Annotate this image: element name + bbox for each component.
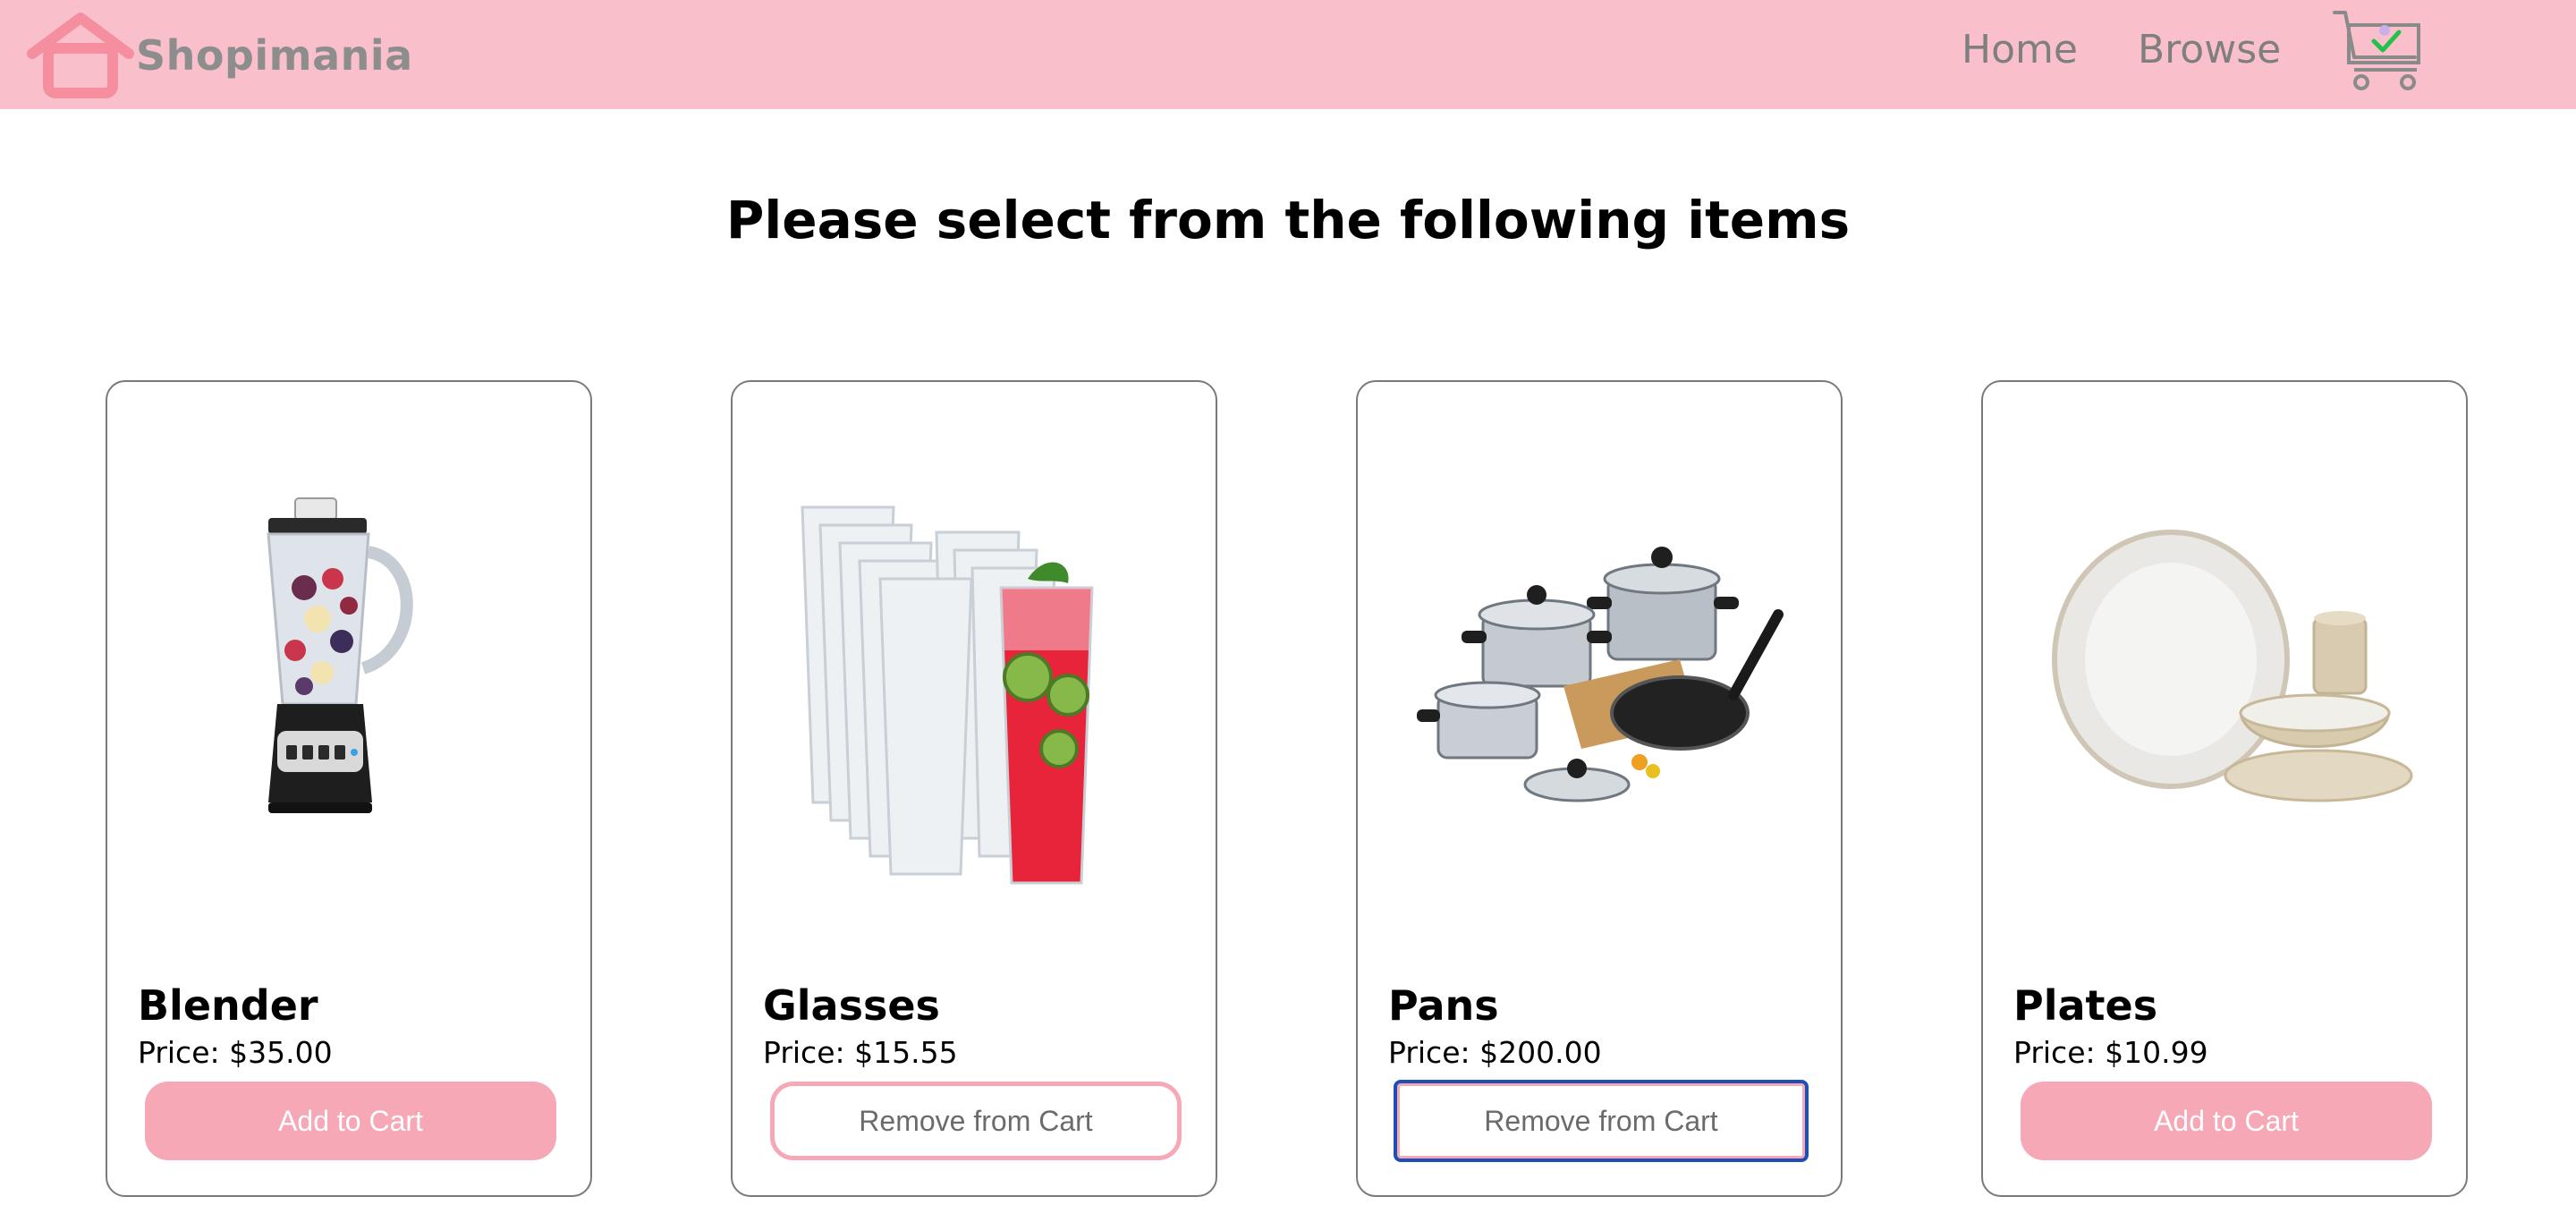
- nav-link-home[interactable]: Home: [1962, 27, 2078, 72]
- shopping-cart-icon[interactable]: [2331, 7, 2424, 93]
- product-name: Plates: [2013, 981, 2158, 1030]
- product-card-pans: Pans Price: $200.00 Remove from Cart: [1356, 380, 1843, 1197]
- remove-from-cart-button[interactable]: Remove from Cart: [770, 1082, 1182, 1160]
- product-price: Price: $10.99: [2013, 1035, 2208, 1070]
- product-name: Blender: [138, 981, 318, 1030]
- brand-name: Shopimania: [136, 31, 413, 80]
- product-card-glasses: Glasses Price: $15.55 Remove from Cart: [731, 380, 1217, 1197]
- top-navbar: Shopimania Home Browse: [0, 0, 2576, 109]
- product-card-plates: Plates Price: $10.99 Add to Cart: [1981, 380, 2468, 1197]
- add-to-cart-button[interactable]: Add to Cart: [2021, 1082, 2432, 1160]
- house-logo-icon: [27, 13, 134, 98]
- pans-image: [1417, 547, 1784, 802]
- nav-link-browse[interactable]: Browse: [2138, 27, 2281, 72]
- product-price: Price: $200.00: [1388, 1035, 1602, 1070]
- product-name: Pans: [1388, 981, 1499, 1030]
- product-price: Price: $15.55: [763, 1035, 958, 1070]
- glasses-image: [801, 505, 1094, 885]
- product-name: Glasses: [763, 981, 940, 1030]
- brand[interactable]: Shopimania: [25, 13, 413, 98]
- product-card-blender: Blender Price: $35.00 Add to Cart: [106, 380, 592, 1197]
- blender-image: [267, 497, 413, 813]
- product-price: Price: $35.00: [138, 1035, 333, 1070]
- remove-from-cart-button[interactable]: Remove from Cart: [1394, 1080, 1809, 1162]
- page-title: Please select from the following items: [725, 190, 1851, 250]
- plates-image: [2052, 530, 2413, 802]
- add-to-cart-button[interactable]: Add to Cart: [145, 1082, 556, 1160]
